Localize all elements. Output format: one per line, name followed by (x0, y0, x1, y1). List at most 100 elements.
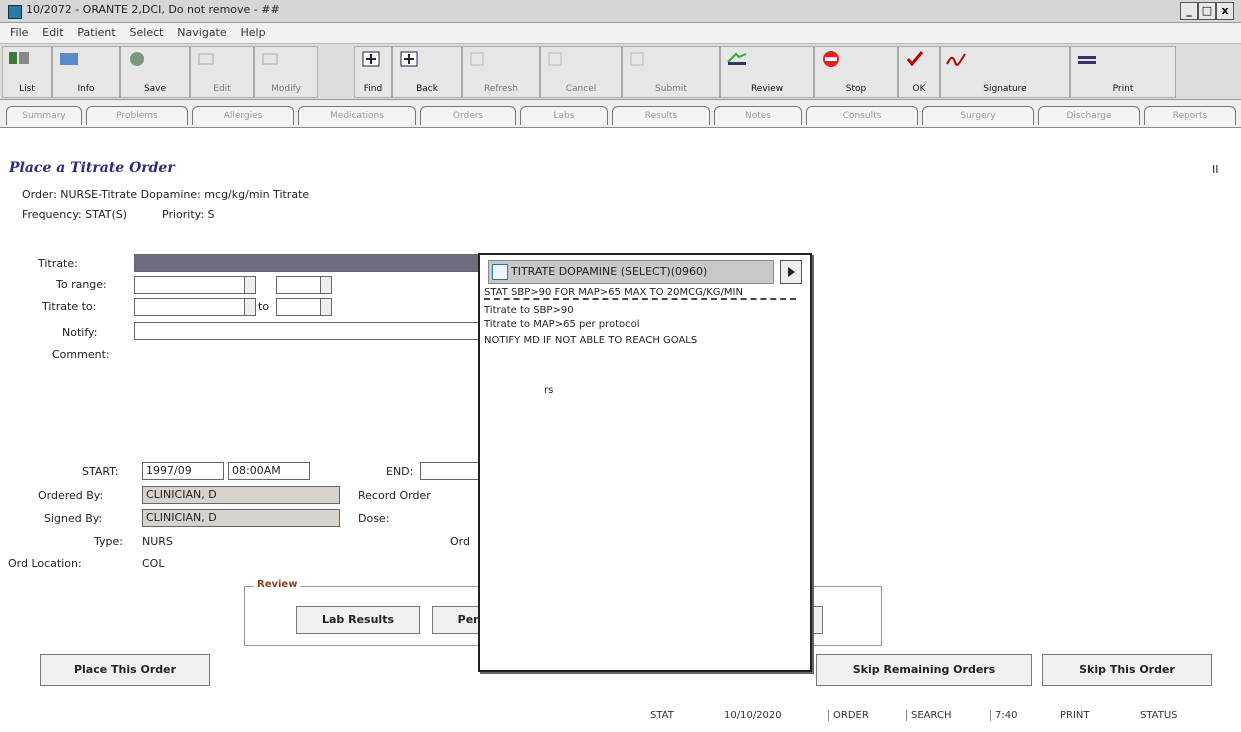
menu-navigate[interactable]: Navigate (177, 26, 226, 39)
maximize-button[interactable]: □ (1198, 2, 1216, 20)
tab-surgery[interactable]: Surgery (922, 106, 1034, 125)
to-range-field[interactable] (134, 276, 256, 294)
to-range-spinner[interactable] (244, 277, 255, 293)
submit-icon (630, 52, 644, 66)
tab-orders[interactable]: Orders (420, 106, 516, 125)
type-value: NURS (142, 535, 173, 548)
titrate-label: Titrate: (38, 257, 78, 270)
menu-select[interactable]: Select (130, 26, 164, 39)
skip-this-button[interactable]: Skip This Order (1042, 654, 1212, 686)
page-title: Place a Titrate Order (9, 160, 175, 176)
toolbar-find-button[interactable]: Find (354, 46, 392, 98)
toolbar-cancel-button[interactable]: Cancel (540, 46, 622, 98)
toolbar-save-button[interactable]: Save (120, 46, 190, 98)
titrate-upper-field[interactable] (276, 298, 332, 316)
edit-icon (198, 53, 214, 65)
menu-edit[interactable]: Edit (42, 26, 63, 39)
titrate-from-field[interactable] (134, 298, 256, 316)
titrate-from-spinner[interactable] (244, 299, 255, 315)
comment-label: Comment: (52, 348, 110, 361)
notify-label: Notify: (62, 326, 98, 339)
tab-results[interactable]: Results (612, 106, 710, 125)
print-icon (1078, 56, 1096, 64)
signature-icon (946, 53, 966, 66)
titrate-dopamine-popup: TITRATE DOPAMINE (SELECT)(0960) STAT SBP… (478, 253, 812, 672)
play-arrow-icon (788, 267, 795, 277)
tab-labs[interactable]: Labs (520, 106, 608, 125)
start-date-field[interactable]: 1997/09 (142, 462, 224, 480)
tab-reports[interactable]: Reports (1144, 106, 1236, 125)
start-time-field[interactable]: 08:00AM (228, 462, 310, 480)
menu-bar: File Edit Patient Select Navigate Help (0, 23, 1241, 44)
status-item-3: ORDER (828, 710, 869, 721)
status-item-4: SEARCH (906, 710, 951, 721)
range-separator: to (258, 300, 270, 313)
refresh-icon (470, 52, 484, 66)
tab-summary[interactable]: Summary (6, 106, 82, 125)
popup-list-item[interactable]: Titrate to MAP>65 per protocol (484, 319, 640, 330)
app-icon (8, 5, 22, 19)
modify-icon (262, 53, 278, 65)
cancel-icon (548, 52, 562, 66)
range-upper-spinner[interactable] (320, 277, 331, 293)
toolbar-submit-button[interactable]: Submit (622, 46, 720, 98)
toolbar-edit-button[interactable]: Edit (190, 46, 254, 98)
popup-scroll-button[interactable] (780, 260, 802, 284)
skip-remaining-button[interactable]: Skip Remaining Orders (816, 654, 1032, 686)
status-item-6: PRINT (1060, 710, 1090, 721)
menu-file[interactable]: File (10, 26, 28, 39)
page-marker: II (1212, 163, 1219, 176)
status-item-7: STATUS (1140, 710, 1178, 721)
status-item-1: STAT (650, 710, 674, 721)
toolbar-list-button[interactable]: List (2, 46, 52, 98)
tab-consults[interactable]: Consults (806, 106, 918, 125)
notify-field[interactable] (134, 322, 480, 340)
signed-by-field[interactable]: CLINICIAN, D (142, 509, 340, 527)
tab-notes[interactable]: Notes (714, 106, 802, 125)
tab-medications[interactable]: Medications (298, 106, 416, 125)
review-icon (727, 52, 747, 65)
list-icon (9, 52, 29, 64)
ordered-by-field[interactable]: CLINICIAN, D (142, 486, 340, 504)
toolbar-stop-button[interactable]: Stop (814, 46, 898, 98)
tab-problems[interactable]: Problems (86, 106, 188, 125)
signed-by-label: Signed By: (44, 512, 103, 525)
end-field[interactable] (420, 462, 480, 480)
end-label: END: (386, 465, 414, 478)
toolbar-modify-button[interactable]: Modify (254, 46, 318, 98)
review-group-label: Review (254, 579, 301, 590)
order-location-label: Ord Location: (8, 557, 82, 570)
menu-help[interactable]: Help (240, 26, 265, 39)
find-icon (362, 51, 380, 67)
toolbar-signature-button[interactable]: Signature (940, 46, 1070, 98)
popup-list-item[interactable]: Titrate to SBP>90 (484, 305, 574, 316)
tab-allergies[interactable]: Allergies (192, 106, 294, 125)
toolbar-ok-button[interactable]: OK (898, 46, 940, 98)
popup-header-text: TITRATE DOPAMINE (SELECT)(0960) (511, 265, 708, 278)
popup-list-item[interactable]: STAT SBP>90 FOR MAP>65 MAX TO 20MCG/KG/M… (484, 287, 796, 300)
titrate-field[interactable] (134, 254, 480, 272)
toolbar-back-button[interactable]: Back (392, 46, 462, 98)
toolbar-review-button[interactable]: Review (720, 46, 814, 98)
lab-results-button[interactable]: Lab Results (296, 606, 420, 634)
toolbar-print-button[interactable]: Print (1070, 46, 1176, 98)
menu-patient[interactable]: Patient (77, 26, 115, 39)
title-bar: 10/2072 - ORANTE 2,DCI, Do not remove - … (0, 0, 1241, 23)
minimize-button[interactable]: _ (1180, 2, 1198, 20)
close-button[interactable]: x (1216, 2, 1234, 20)
window-title: 10/2072 - ORANTE 2,DCI, Do not remove - … (26, 3, 280, 16)
popup-list-item[interactable]: NOTIFY MD IF NOT ABLE TO REACH GOALS (484, 335, 697, 346)
titrate-to-label: Titrate to: (42, 300, 97, 313)
toolbar-refresh-button[interactable]: Refresh (462, 46, 540, 98)
range-upper-field[interactable] (276, 276, 332, 294)
frequency-line: Frequency: STAT(S) Priority: S (22, 208, 215, 221)
toolbar-info-button[interactable]: Info (52, 46, 120, 98)
titrate-upper-spinner[interactable] (320, 299, 331, 315)
check-ok-icon (906, 51, 924, 67)
place-order-button[interactable]: Place This Order (40, 654, 210, 686)
popup-header[interactable]: TITRATE DOPAMINE (SELECT)(0960) (488, 260, 774, 284)
dose-label: Dose: (358, 512, 390, 525)
start-label: START: (82, 465, 119, 478)
tab-discharge[interactable]: Discharge (1038, 106, 1140, 125)
back-icon (400, 51, 418, 67)
